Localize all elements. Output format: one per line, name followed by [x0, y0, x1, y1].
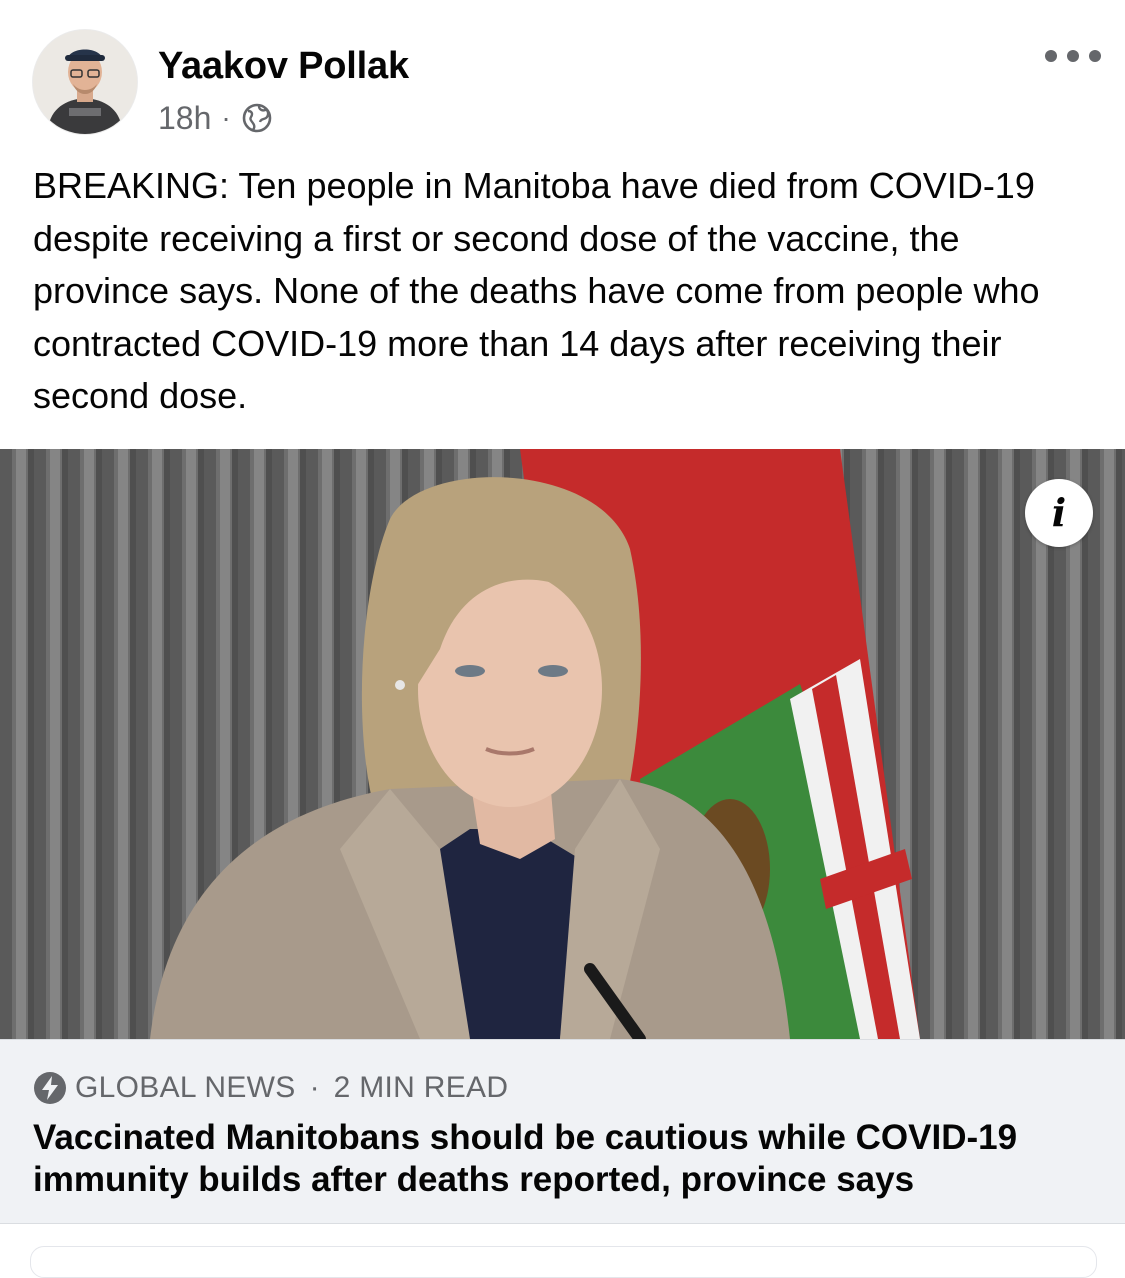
- more-options-button[interactable]: [1045, 40, 1101, 72]
- news-photo: [0, 449, 1125, 1039]
- more-options-icon: [1045, 50, 1057, 62]
- meta-separator: ·: [221, 102, 231, 133]
- info-button[interactable]: i: [1025, 479, 1093, 547]
- more-options-icon-dot: [1089, 50, 1101, 62]
- post-timestamp[interactable]: 18h: [158, 98, 211, 138]
- link-preview-image[interactable]: [0, 449, 1125, 1039]
- author-name[interactable]: Yaakov Pollak: [158, 42, 409, 90]
- post-meta: 18h ·: [158, 98, 273, 138]
- source-separator: ·: [309, 1071, 320, 1104]
- globe-icon: [242, 103, 272, 133]
- author-avatar[interactable]: [33, 30, 137, 134]
- avatar-photo: [33, 30, 137, 134]
- instant-article-bolt-icon: [34, 1072, 66, 1104]
- more-options-icon-dot: [1067, 50, 1079, 62]
- info-icon: i: [1051, 490, 1067, 535]
- next-post-card-edge: [30, 1246, 1097, 1278]
- post-header: Yaakov Pollak 18h ·: [0, 0, 1125, 150]
- read-time: 2 MIN READ: [333, 1071, 509, 1104]
- link-source-row: GLOBAL NEWS · 2 MIN READ: [33, 1068, 508, 1108]
- post-text: BREAKING: Ten people in Manitoba have di…: [33, 165, 1040, 416]
- link-headline[interactable]: Vaccinated Manitobans should be cautious…: [33, 1117, 1103, 1201]
- link-source: GLOBAL NEWS: [75, 1071, 296, 1104]
